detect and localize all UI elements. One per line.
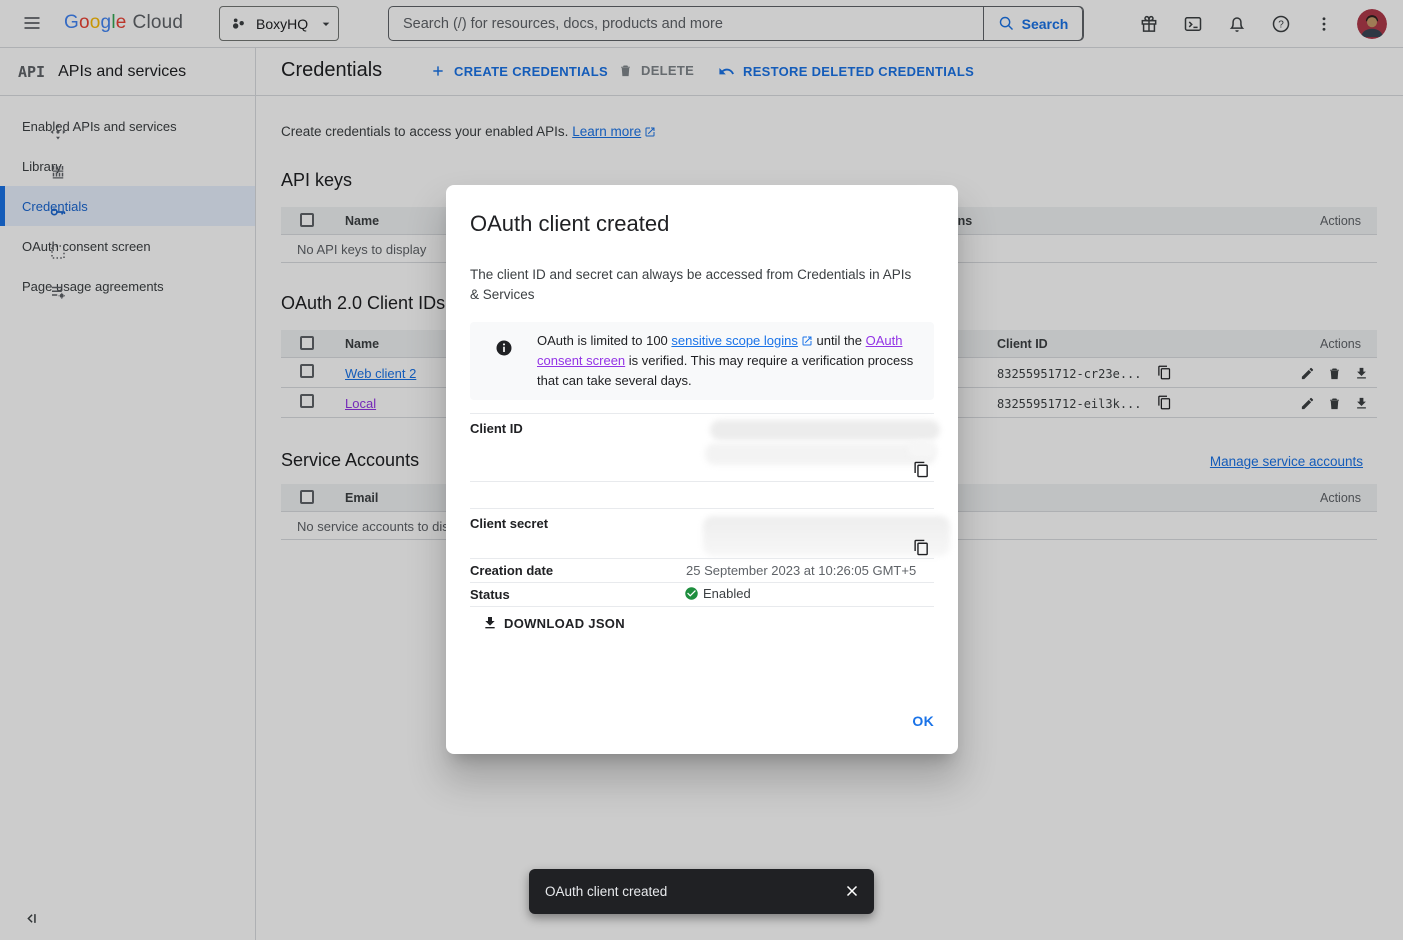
copy-icon[interactable] (913, 461, 930, 478)
notice-fragment: OAuth is limited to 100 (537, 333, 671, 348)
spacer-row (470, 481, 934, 508)
google-cloud-console: G o o g l e Cloud BoxyHQ Search (0, 0, 1403, 940)
redacted-client-id (705, 443, 936, 465)
client-details: Client ID Client secret Creation date 25… (470, 413, 934, 607)
download-json-label: DOWNLOAD JSON (504, 616, 625, 631)
creation-date-label: Creation date (470, 563, 553, 578)
download-icon (482, 615, 498, 631)
creation-date-row: Creation date 25 September 2023 at 10:26… (470, 558, 934, 582)
ok-button[interactable]: OK (912, 713, 934, 729)
dialog-title: OAuth client created (470, 211, 669, 237)
close-icon[interactable] (843, 882, 861, 900)
external-link-icon (801, 335, 813, 347)
snackbar-message: OAuth client created (545, 884, 667, 899)
status-value: Enabled (703, 586, 751, 601)
notice-fragment: until the (813, 333, 866, 348)
redacted-client-id (908, 441, 936, 457)
dialog-body-text: The client ID and secret can always be a… (470, 265, 920, 305)
info-icon (495, 339, 513, 357)
creation-date-value: 25 September 2023 at 10:26:05 GMT+5 (686, 563, 916, 578)
status-row: Status Enabled (470, 582, 934, 607)
check-circle-icon (684, 586, 699, 601)
oauth-limit-notice: OAuth is limited to 100 sensitive scope … (470, 322, 934, 400)
redacted-client-id (710, 420, 940, 440)
oauth-client-created-dialog: OAuth client created The client ID and s… (446, 185, 958, 754)
copy-icon[interactable] (913, 539, 930, 556)
download-json-button[interactable]: DOWNLOAD JSON (482, 615, 625, 631)
client-id-row: Client ID (470, 413, 934, 481)
snackbar: OAuth client created (529, 869, 874, 914)
sensitive-scope-logins-link[interactable]: sensitive scope logins (671, 333, 797, 348)
client-id-label: Client ID (470, 421, 523, 436)
client-secret-label: Client secret (470, 516, 548, 531)
client-secret-row: Client secret (470, 508, 934, 558)
status-label: Status (470, 587, 510, 602)
status-badge: Enabled (684, 586, 751, 601)
notice-text: OAuth is limited to 100 sensitive scope … (537, 331, 919, 391)
